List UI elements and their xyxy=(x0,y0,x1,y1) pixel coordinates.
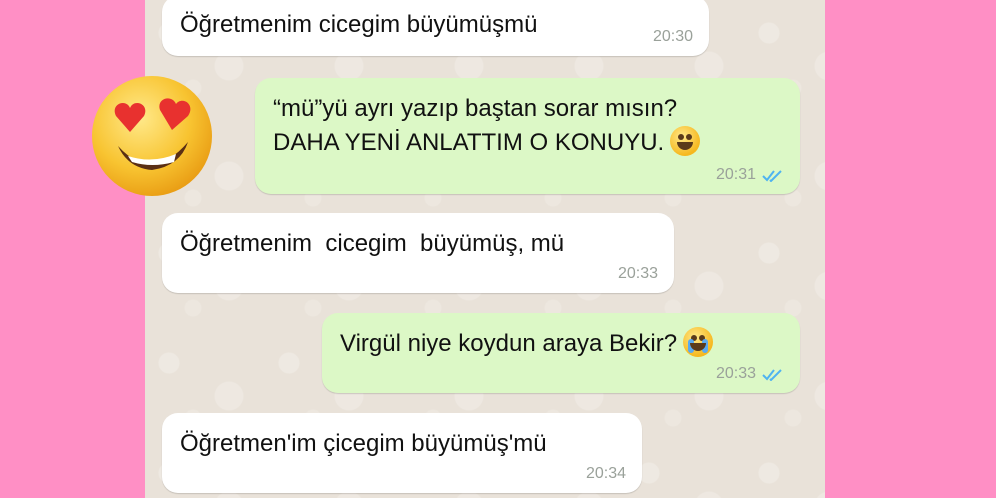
message-time: 20:33 xyxy=(617,265,658,282)
message-bubble-outgoing[interactable]: “mü”yü ayrı yazıp baştan sorar mısın? DA… xyxy=(255,78,800,194)
message-text-row: Virgül niye koydun araya Bekir? xyxy=(340,327,782,361)
message-text-line-1: “mü”yü ayrı yazıp baştan sorar mısın? xyxy=(273,95,678,122)
message-bubble-outgoing[interactable]: Virgül niye koydun araya Bekir? 20:33 xyxy=(322,313,800,393)
message-meta: 20:33 xyxy=(716,365,784,383)
heart-eyes-face-icon xyxy=(92,76,212,196)
message-time: 20:30 xyxy=(652,28,693,45)
chat-panel: Öğretmenim cicegim büyümüşmü 20:30 “mü”y… xyxy=(145,0,825,498)
message-text: Öğretmen'im çicegim büyümüş'mü xyxy=(180,430,547,457)
double-check-icon xyxy=(762,170,782,182)
message-bubble-incoming[interactable]: Öğretmen'im çicegim büyümüş'mü 20:34 xyxy=(162,413,642,493)
message-text: Öğretmenim cicegim büyümüşmü xyxy=(180,11,538,38)
message-meta: 20:30 xyxy=(653,28,693,46)
message-text-line-2-text: DAHA YENİ ANLATTIM O KONUYU. xyxy=(273,129,665,156)
message-text: Öğretmenim cicegim büyümüş, mü xyxy=(180,230,565,257)
grinning-face-icon xyxy=(670,126,701,156)
crying-face-icon xyxy=(683,327,714,357)
message-bubble-incoming[interactable]: Öğretmenim cicegim büyümüş, mü 20:33 xyxy=(162,213,674,293)
message-bubble-incoming[interactable]: Öğretmenim cicegim büyümüşmü 20:30 xyxy=(162,0,709,56)
message-text: Virgül niye koydun araya Bekir? xyxy=(340,330,678,357)
message-meta: 20:34 xyxy=(586,465,626,483)
message-time: 20:34 xyxy=(585,465,626,482)
message-time: 20:31 xyxy=(715,166,756,183)
message-meta: 20:33 xyxy=(618,265,658,283)
message-time: 20:33 xyxy=(715,365,756,382)
double-check-icon xyxy=(762,369,782,381)
message-meta: 20:31 xyxy=(716,166,784,184)
message-text-line-2: DAHA YENİ ANLATTIM O KONUYU. xyxy=(273,126,782,160)
